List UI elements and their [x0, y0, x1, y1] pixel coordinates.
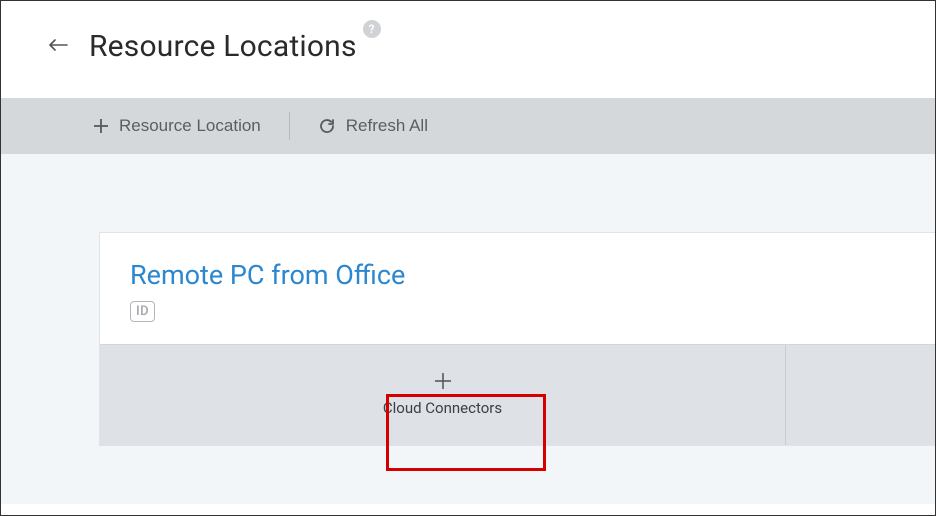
- plus-icon: [93, 118, 109, 134]
- resource-location-title[interactable]: Remote PC from Office: [130, 259, 905, 291]
- add-cloud-connectors-button[interactable]: Cloud Connectors: [100, 345, 785, 445]
- refresh-all-label: Refresh All: [346, 116, 428, 136]
- toolbar-divider: [289, 112, 290, 140]
- refresh-icon: [318, 117, 336, 135]
- page-title: Resource Locations?: [89, 29, 381, 64]
- action-cell-spacer: [785, 345, 935, 445]
- back-arrow-icon[interactable]: [49, 38, 69, 56]
- toolbar: Resource Location Refresh All: [1, 98, 935, 154]
- help-icon[interactable]: ?: [363, 20, 381, 38]
- page-title-text: Resource Locations: [89, 29, 357, 64]
- resource-location-card: Remote PC from Office ID Cloud Connector…: [99, 232, 935, 446]
- add-resource-location-label: Resource Location: [119, 116, 261, 136]
- cloud-connectors-label: Cloud Connectors: [383, 399, 502, 417]
- plus-icon: [433, 371, 453, 391]
- card-action-row: Cloud Connectors: [100, 344, 935, 445]
- id-badge[interactable]: ID: [130, 301, 155, 322]
- card-header: Remote PC from Office ID: [100, 233, 935, 344]
- add-resource-location-button[interactable]: Resource Location: [93, 98, 261, 154]
- content-area: Remote PC from Office ID Cloud Connector…: [1, 154, 935, 504]
- refresh-all-button[interactable]: Refresh All: [318, 98, 428, 154]
